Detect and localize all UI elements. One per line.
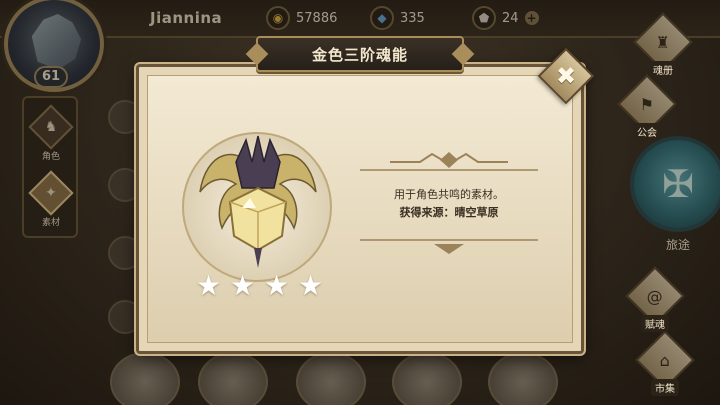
source-text: 获得来源：晴空草原 <box>399 206 499 219</box>
gold-soul-energy-icon <box>199 135 317 268</box>
star-icon: ★ <box>298 269 324 302</box>
star-icon: ★ <box>264 269 290 302</box>
ornament-divider-top <box>360 152 538 171</box>
star-rating: ★ ★ ★ ★ <box>196 272 326 300</box>
dialog-title-text: 金色三阶魂能 <box>311 45 408 64</box>
star-icon: ★ <box>196 269 222 302</box>
close-icon: ✖ <box>555 61 577 90</box>
ornament-divider-bottom <box>360 239 538 254</box>
description-text: 用于角色共鸣的素材。 <box>394 188 504 201</box>
menu-label: 魂册 <box>649 60 677 78</box>
item-description: 用于角色共鸣的素材。 获得来源：晴空草原 <box>360 186 538 222</box>
menu-label: 公会 <box>633 122 661 140</box>
dialog-title: 金色三阶魂能 <box>256 36 464 72</box>
star-icon: ★ <box>230 269 256 302</box>
menu-label: 市集 <box>651 378 679 396</box>
menu-label: 赋魂 <box>641 314 669 332</box>
